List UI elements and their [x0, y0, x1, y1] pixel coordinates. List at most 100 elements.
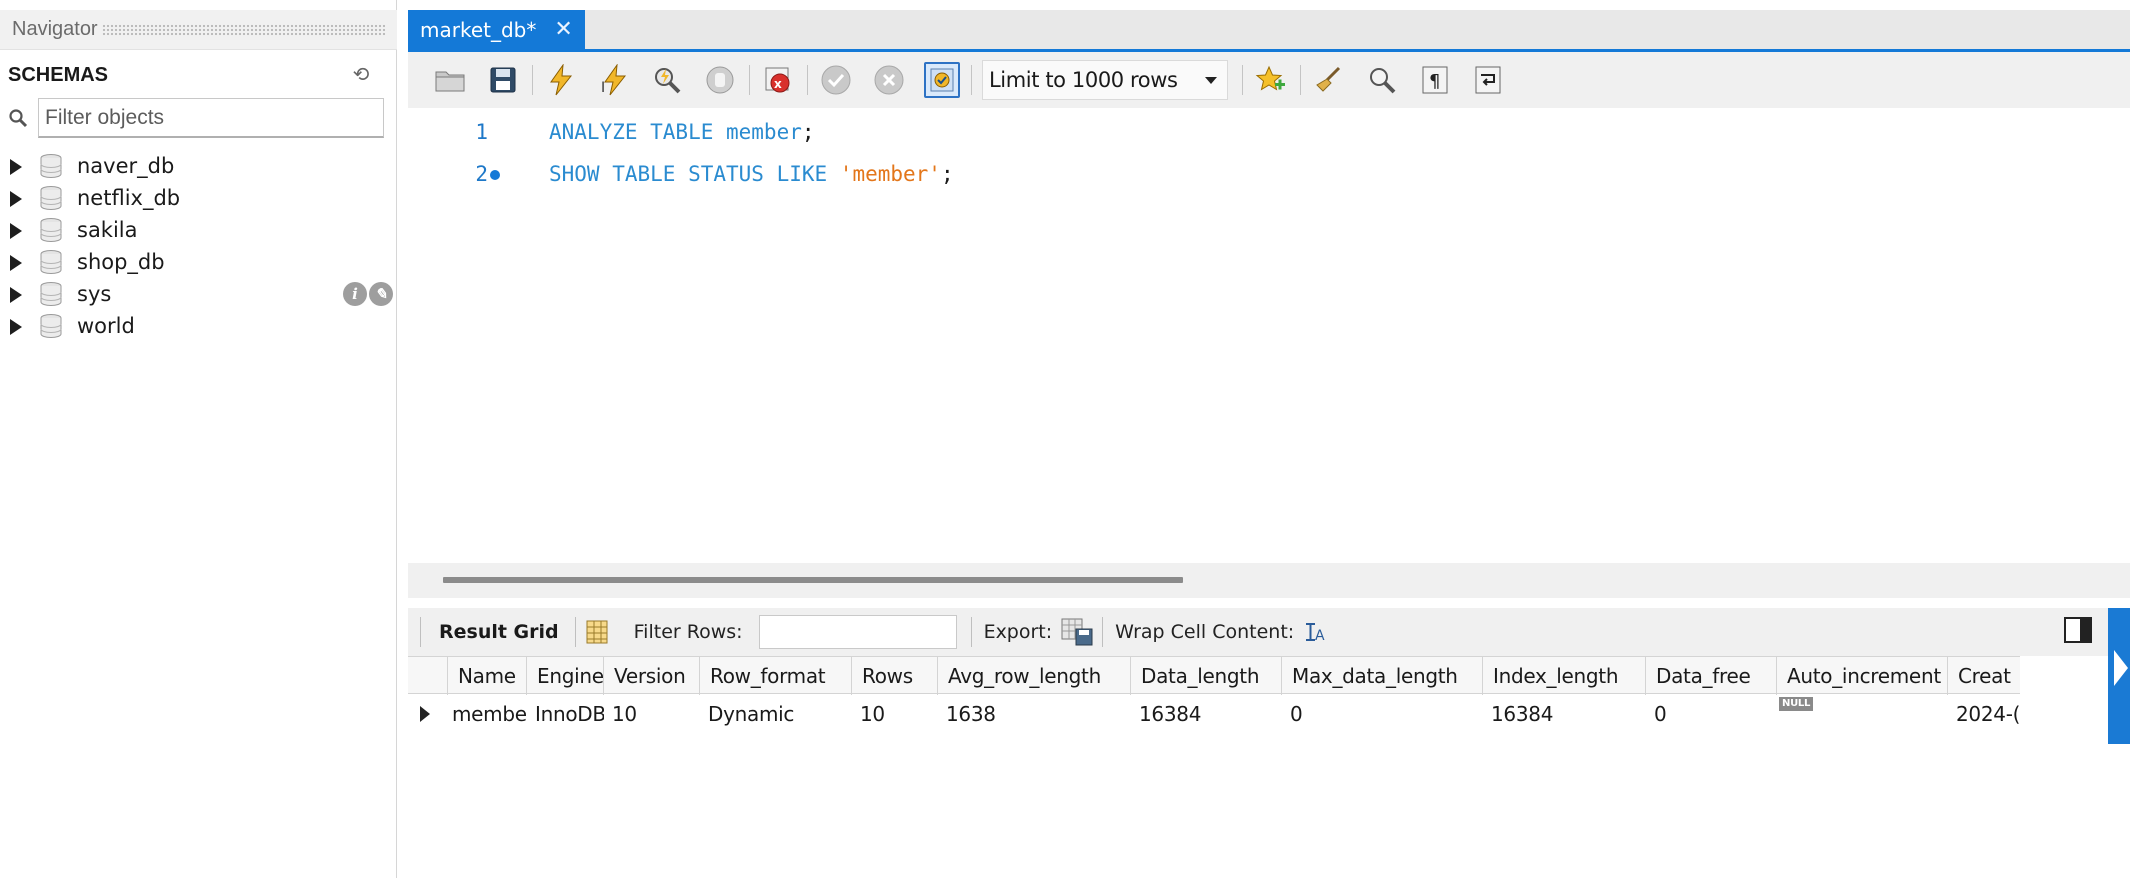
invisible-chars-icon[interactable]: ¶ [1417, 62, 1453, 98]
limit-rows-value: Limit to 1000 rows [989, 68, 1178, 92]
expand-caret-icon[interactable] [10, 223, 22, 239]
column-header[interactable]: Avg_row_length [938, 657, 1131, 695]
column-header[interactable]: Index_length [1483, 657, 1646, 695]
export-icon[interactable] [1058, 615, 1096, 649]
result-grid-tab[interactable]: Result Grid [427, 621, 569, 643]
column-header[interactable]: Auto_increment [1777, 657, 1948, 695]
table-cell[interactable]: 16384 [1131, 695, 1282, 733]
sql-punctuation: ; [801, 120, 815, 144]
find-magnifier-icon[interactable] [1364, 62, 1400, 98]
column-header[interactable]: Data_free [1646, 657, 1777, 695]
wrench-icon[interactable]: ✎ [369, 282, 393, 306]
toolbar-separator [971, 65, 972, 95]
tab-market-db[interactable]: market_db* ✕ [408, 10, 585, 49]
table-cell[interactable]: Dynamic [700, 695, 852, 733]
beautify-broom-icon[interactable] [1311, 62, 1347, 98]
svg-text:I: I [601, 80, 605, 96]
toggle-side-panel-icon[interactable] [2064, 617, 2092, 643]
navigator-panel: Navigator SCHEMAS ⟲ naver_db [0, 0, 397, 878]
line-number: 2 [475, 162, 488, 186]
expand-caret-icon[interactable] [10, 319, 22, 335]
expand-caret-icon[interactable] [10, 159, 22, 175]
column-header[interactable]: Creat [1948, 657, 2020, 695]
table-cell[interactable]: member [448, 695, 527, 733]
navigator-header: Navigator [0, 10, 397, 50]
refresh-icon[interactable]: ⟲ [348, 63, 374, 87]
table-cell[interactable]: 10 [852, 695, 938, 733]
autocommit-toggle-icon[interactable] [924, 62, 960, 98]
scrollbar-thumb[interactable] [443, 577, 1183, 583]
word-wrap-icon[interactable] [1470, 62, 1506, 98]
schema-item-world[interactable]: world [0, 310, 397, 342]
toolbar-separator [1102, 617, 1104, 647]
info-icon[interactable]: i [343, 282, 367, 306]
database-icon [40, 282, 62, 306]
schema-item-sys[interactable]: sys i ✎ [0, 278, 397, 310]
schema-name: naver_db [77, 154, 175, 178]
schema-item-shop_db[interactable]: shop_db [0, 246, 397, 278]
sql-keywords: SHOW TABLE STATUS LIKE [549, 162, 840, 186]
filter-objects-input[interactable] [38, 98, 384, 138]
main-area: market_db* ✕ I x Limit to 1000 rows ¶ 1 … [408, 0, 2130, 878]
expand-caret-icon[interactable] [10, 287, 22, 303]
execute-lightning-icon[interactable] [543, 62, 579, 98]
save-icon[interactable] [485, 62, 521, 98]
side-panel-expander[interactable] [2108, 608, 2130, 744]
svg-text:A: A [1315, 628, 1325, 644]
rollback-icon[interactable] [871, 62, 907, 98]
sql-punctuation: ; [940, 162, 954, 186]
code-line: 1 ANALYZE TABLE member; [408, 114, 2130, 150]
wrap-cell-icon[interactable]: A [1300, 617, 1330, 647]
expand-caret-icon[interactable] [10, 255, 22, 271]
null-badge: NULL [1779, 697, 1814, 711]
explain-magnifier-icon[interactable] [649, 62, 685, 98]
schema-item-naver_db[interactable]: naver_db [0, 150, 397, 182]
schema-tree: naver_db netflix_db sakila shop_db sys i… [0, 150, 397, 342]
toolbar-separator [574, 617, 576, 647]
table-cell[interactable]: 1638 [938, 695, 1131, 733]
schema-item-netflix_db[interactable]: netflix_db [0, 182, 397, 214]
table-cell[interactable]: NULL [1777, 695, 1948, 733]
svg-text:¶: ¶ [1429, 71, 1440, 92]
table-row[interactable]: member InnoDB 10 Dynamic 10 1638 16384 0… [408, 695, 2020, 733]
code-line: 2 SHOW TABLE STATUS LIKE 'member'; [408, 156, 2130, 192]
add-snippet-star-icon[interactable] [1253, 62, 1289, 98]
schema-name: netflix_db [77, 186, 181, 210]
schema-item-sakila[interactable]: sakila [0, 214, 397, 246]
column-header[interactable]: Data_length [1131, 657, 1282, 695]
table-cell[interactable]: 0 [1646, 695, 1777, 733]
column-header[interactable]: Max_data_length [1282, 657, 1483, 695]
stop-on-error-icon[interactable]: x [760, 62, 796, 98]
table-cell[interactable]: InnoDB [527, 695, 604, 733]
grid-view-icon[interactable] [582, 617, 612, 647]
column-header[interactable]: Row_format [700, 657, 852, 695]
filter-rows-input[interactable] [758, 615, 957, 649]
open-folder-icon[interactable] [432, 62, 468, 98]
svg-text:x: x [774, 77, 782, 91]
table-cell[interactable]: 10 [604, 695, 700, 733]
expand-caret-icon[interactable] [10, 191, 22, 207]
column-header[interactable]: Version [604, 657, 700, 695]
table-cell[interactable]: 0 [1282, 695, 1483, 733]
limit-rows-select[interactable]: Limit to 1000 rows [982, 60, 1228, 100]
table-cell[interactable]: 16384 [1483, 695, 1646, 733]
navigator-title: Navigator [12, 18, 98, 40]
sql-editor[interactable]: 1 ANALYZE TABLE member; 2 SHOW TABLE STA… [408, 108, 2130, 563]
column-header[interactable]: Name [448, 657, 527, 695]
search-icon [9, 109, 28, 128]
column-header[interactable]: Rows [852, 657, 938, 695]
table-cell[interactable]: 2024-( [1948, 695, 2020, 733]
commit-icon[interactable] [818, 62, 854, 98]
result-grid: Name Engine Version Row_format Rows Avg_… [408, 656, 2130, 878]
editor-horizontal-scrollbar[interactable] [408, 563, 2130, 598]
stop-hand-icon[interactable] [702, 62, 738, 98]
panel-grip[interactable] [101, 23, 385, 36]
execute-current-icon[interactable]: I [596, 62, 632, 98]
column-header[interactable]: Engine [527, 657, 604, 695]
toolbar-separator [970, 617, 972, 647]
schema-row-actions: i ✎ [343, 282, 393, 306]
close-icon[interactable]: ✕ [554, 18, 572, 41]
toolbar-separator [807, 65, 808, 95]
schema-name: shop_db [77, 250, 165, 274]
sql-keywords: ANALYZE TABLE member [549, 120, 802, 144]
